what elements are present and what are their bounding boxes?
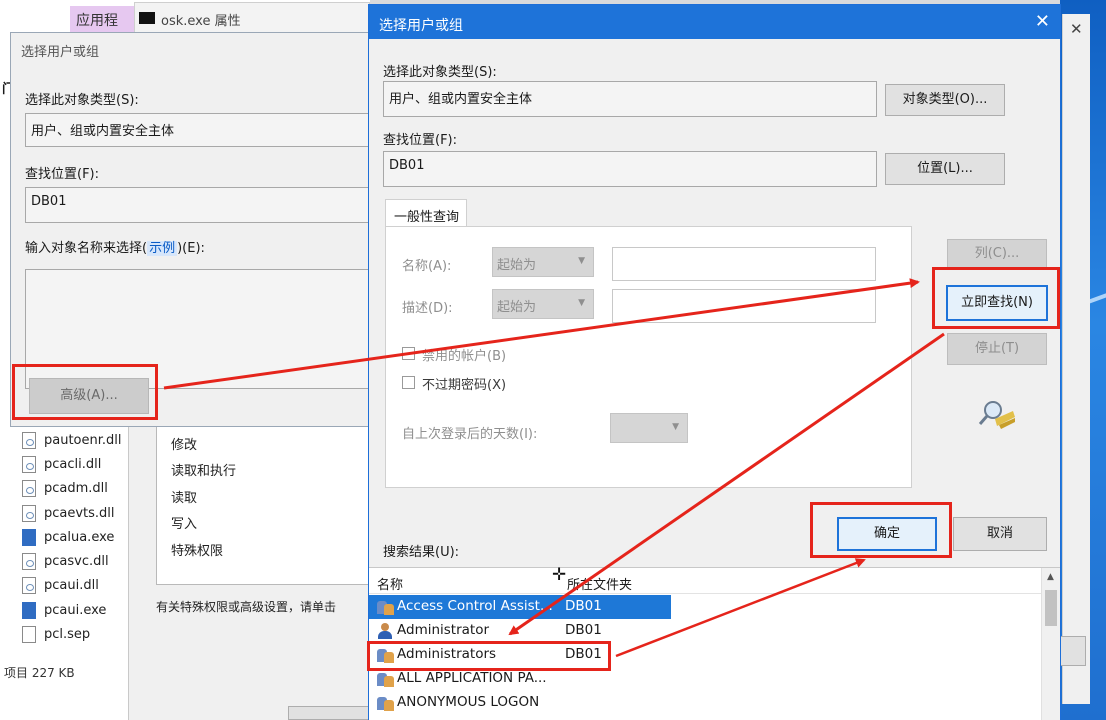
arrow-to-administrators — [508, 332, 945, 636]
annotation-arrows — [163, 278, 945, 658]
arrow-to-find-now — [163, 278, 920, 390]
arrow-to-ok — [615, 558, 866, 658]
